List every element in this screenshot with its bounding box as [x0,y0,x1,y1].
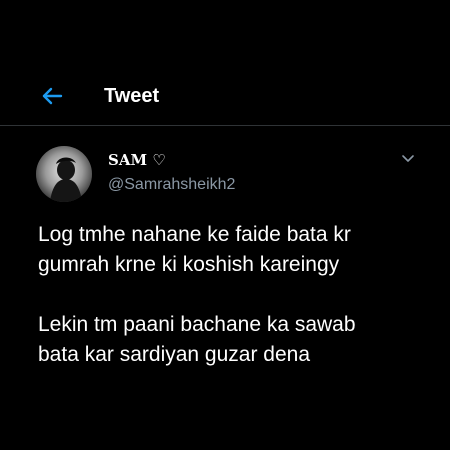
author-display-name[interactable]: SAM ♡ [108,151,166,169]
tweet-header: Tweet [0,68,450,126]
tweet-line: Lekin tm paani bachane ka sawab [38,313,356,336]
back-button[interactable] [38,82,66,110]
page-title: Tweet [104,85,160,107]
avatar-image [36,146,92,202]
tweet-paragraph: Lekin tm paani bachane ka sawab bata kar… [38,310,438,370]
chevron-down-icon [402,155,414,162]
tweet-text: Log tmhe nahane ke faide bata kr gumrah … [38,220,438,370]
tweet-line: bata kar sardiyan guzar dena [38,343,311,366]
tweet-line: gumrah krne ki koshish kareingy [38,253,340,276]
tweet-menu-button[interactable] [399,150,417,168]
author-handle[interactable]: @Samrahsheikh2 [108,175,235,195]
tweet-paragraph: Log tmhe nahane ke faide bata kr gumrah … [38,220,438,280]
avatar[interactable] [36,146,92,202]
tweet-line: Log tmhe nahane ke faide bata kr [38,223,351,246]
arrow-left-icon [42,87,63,105]
